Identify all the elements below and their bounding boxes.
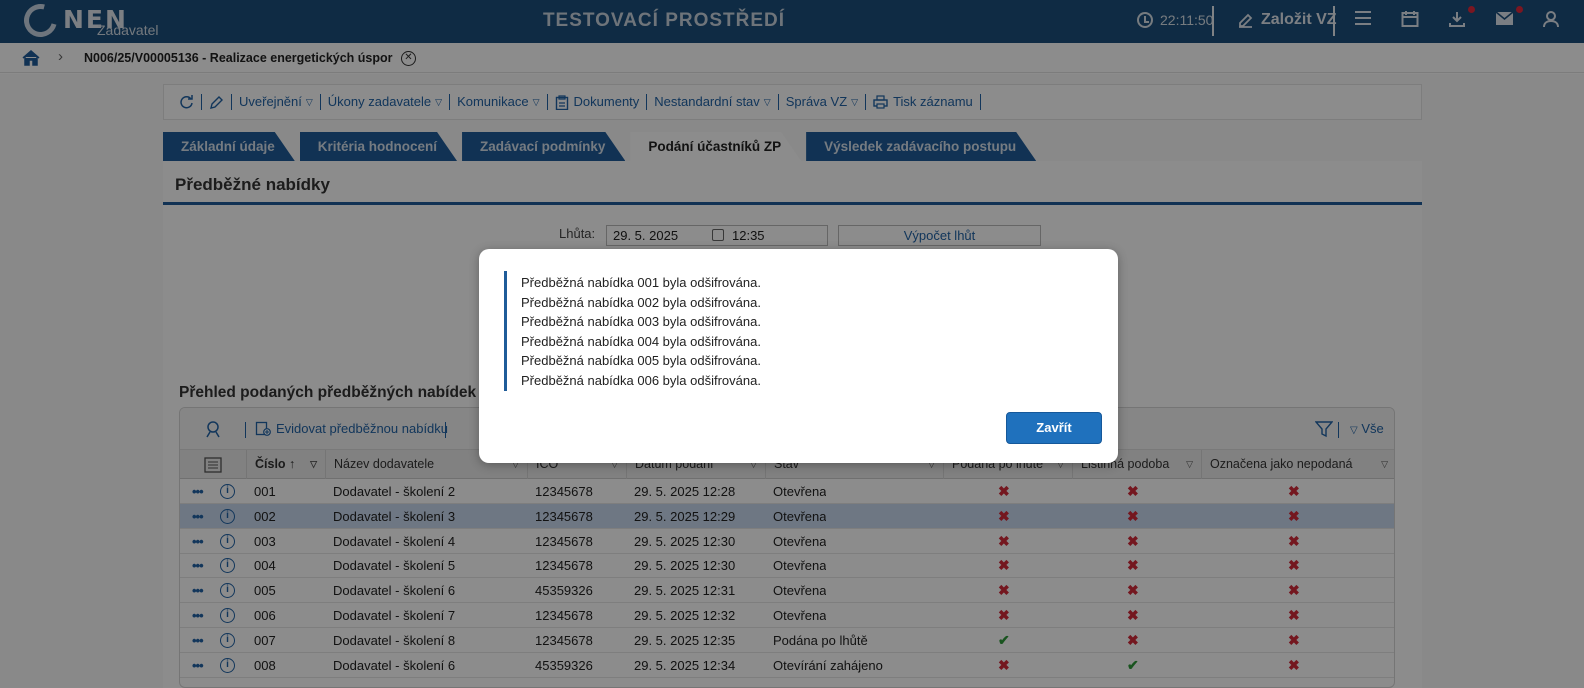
close-button[interactable]: Zavřít	[1006, 412, 1102, 444]
message-line: Předběžná nabídka 006 byla odšifrována.	[521, 372, 761, 388]
message-list: Předběžná nabídka 001 byla odšifrována. …	[504, 271, 1064, 391]
message-line: Předběžná nabídka 005 byla odšifrována.	[521, 353, 761, 368]
message-line: Předběžná nabídka 001 byla odšifrována.	[521, 275, 761, 290]
message-line: Předběžná nabídka 003 byla odšifrována.	[521, 314, 761, 329]
message-line: Předběžná nabídka 002 byla odšifrována.	[521, 294, 761, 310]
decrypt-result-dialog: Předběžná nabídka 001 byla odšifrována. …	[479, 249, 1118, 463]
message-line: Předběžná nabídka 004 byla odšifrována.	[521, 333, 761, 349]
